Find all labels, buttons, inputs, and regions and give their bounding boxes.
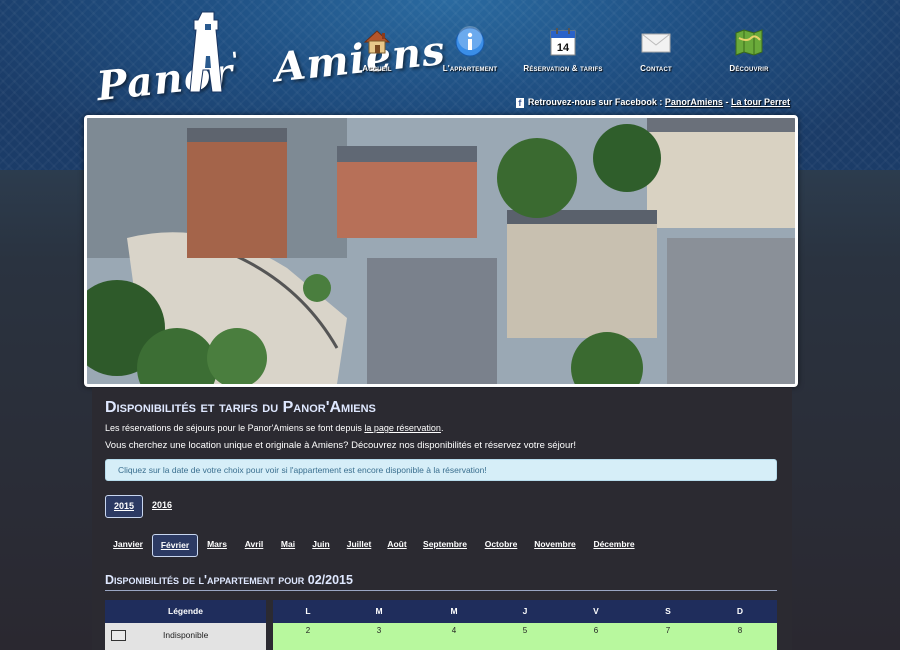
nav-accueil[interactable]: Accueil <box>332 26 422 73</box>
weekday-label: V <box>593 606 599 616</box>
calendar-day[interactable]: 4 <box>439 626 469 635</box>
calendar-day[interactable]: 2 <box>293 626 323 635</box>
weekday-label: M <box>450 606 458 616</box>
info-icon <box>455 26 485 57</box>
nav-reservation[interactable]: 14 Réservation & tarifs <box>518 26 608 73</box>
site-logo[interactable]: Panor' Amiens <box>95 8 448 110</box>
tab-month-novembre[interactable]: Novembre <box>529 534 581 557</box>
divider <box>105 590 777 591</box>
tab-month-fevrier[interactable]: Février <box>152 534 198 557</box>
tab-year-2016[interactable]: 2016 <box>147 495 177 518</box>
tab-month-decembre[interactable]: Décembre <box>587 534 641 557</box>
content-panel: Disponibilités et tarifs du Panor'Amiens… <box>92 388 792 650</box>
banner-photo <box>84 115 798 387</box>
calendar-day[interactable]: 6 <box>581 626 611 635</box>
legend-header: Légende <box>105 600 266 623</box>
reservation-page-link[interactable]: la page réservation <box>364 423 441 433</box>
weekday-label: D <box>736 606 744 616</box>
tab-month-mai[interactable]: Mai <box>275 534 301 557</box>
city-aerial-image <box>87 118 795 384</box>
tab-month-janvier[interactable]: Janvier <box>105 534 151 557</box>
tab-month-septembre[interactable]: Septembre <box>417 534 473 557</box>
calendar-icon: 14 <box>550 28 576 56</box>
page-title: Disponibilités et tarifs du Panor'Amiens <box>105 399 376 416</box>
facebook-icon: f <box>515 98 524 108</box>
calendar-week-row: 2 3 4 5 6 7 8 <box>273 623 777 650</box>
tower-icon <box>189 11 223 93</box>
nav-contact[interactable]: Contact <box>611 26 701 73</box>
facebook-link-panoramiens[interactable]: PanorAmiens <box>665 97 723 107</box>
house-icon <box>363 30 391 54</box>
weekday-label: M <box>375 606 383 616</box>
legend-item-indisponible: Indisponible <box>105 623 266 650</box>
weekday-label: L <box>305 606 311 616</box>
weekday-label: J <box>522 606 528 616</box>
tagline-paragraph: Vous cherchez une location unique et ori… <box>105 440 577 451</box>
svg-text:14: 14 <box>557 42 570 54</box>
availability-title: Disponibilités de l'appartement pour 02/… <box>105 573 353 587</box>
map-icon <box>735 29 763 56</box>
nav-decouvrir[interactable]: Découvrir <box>704 26 794 73</box>
calendar-day[interactable]: 8 <box>725 626 755 635</box>
calendar-day[interactable]: 7 <box>653 626 683 635</box>
calendar-header: L M M J V S D <box>273 600 777 623</box>
weekday-label: S <box>665 606 671 616</box>
nav-appartement[interactable]: L'appartement <box>425 26 515 73</box>
tab-month-juillet[interactable]: Juillet <box>341 534 377 557</box>
tab-month-octobre[interactable]: Octobre <box>479 534 523 557</box>
calendar-day[interactable]: 3 <box>364 626 394 635</box>
facebook-link-tour-perret[interactable]: La tour Perret <box>731 97 790 107</box>
info-alert: Cliquez sur la date de votre choix pour … <box>105 459 777 481</box>
calendar-day[interactable]: 5 <box>510 626 540 635</box>
legend-swatch <box>111 630 126 641</box>
tab-month-juin[interactable]: Juin <box>307 534 335 557</box>
envelope-icon <box>641 33 671 53</box>
facebook-line: f Retrouvez-nous sur Facebook : PanorAmie… <box>515 97 790 108</box>
tab-month-avril[interactable]: Avril <box>239 534 269 557</box>
intro-paragraph: Les réservations de séjours pour le Pano… <box>105 423 444 433</box>
month-tabs: Janvier Février Mars Avril Mai Juin Juil… <box>105 534 785 558</box>
main-nav: Accueil L'appartement 14 Réservation & t… <box>340 26 800 86</box>
tab-month-mars[interactable]: Mars <box>201 534 233 557</box>
tab-year-2015[interactable]: 2015 <box>105 495 143 518</box>
tab-month-aout[interactable]: Août <box>383 534 411 557</box>
